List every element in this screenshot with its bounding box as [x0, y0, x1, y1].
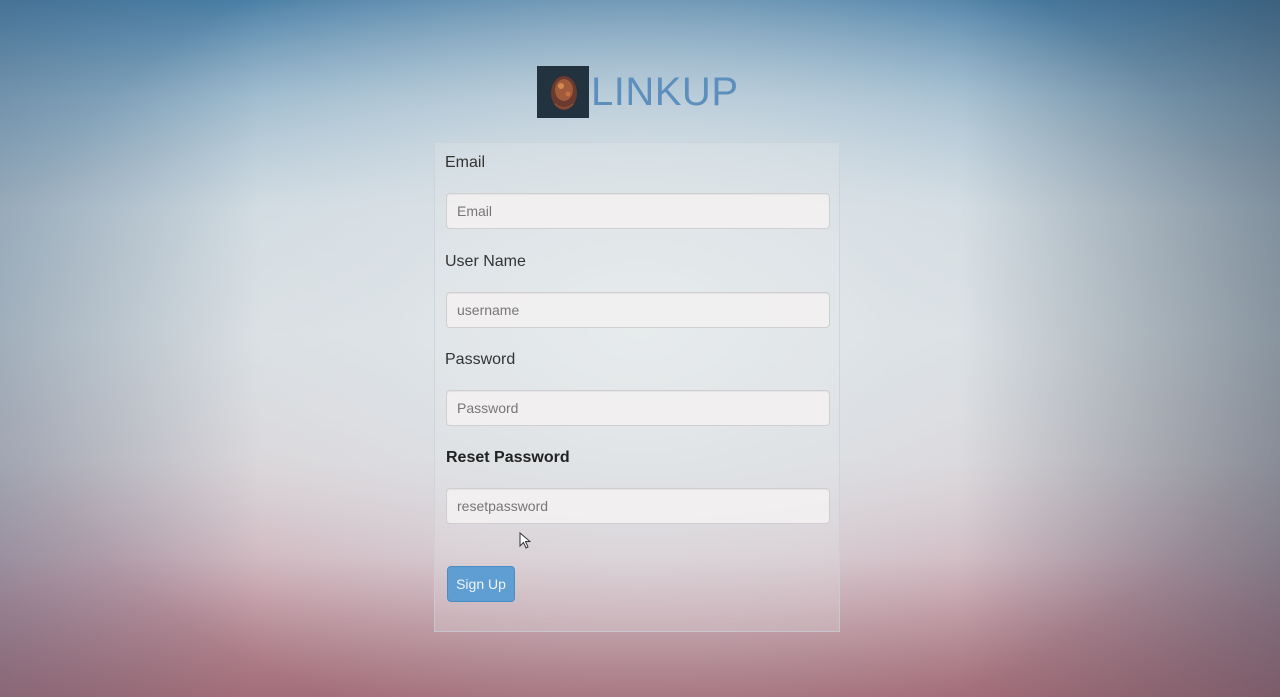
username-label: User Name — [445, 253, 526, 270]
mouse-cursor-icon — [519, 531, 532, 550]
username-input[interactable] — [446, 292, 830, 328]
reset-password-label: Reset Password — [446, 449, 570, 466]
password-label: Password — [445, 351, 516, 368]
email-input[interactable] — [446, 193, 830, 229]
password-input[interactable] — [446, 390, 830, 426]
background-vignette-right — [960, 0, 1280, 697]
linkup-logo-icon — [537, 66, 589, 118]
sign-up-button[interactable]: Sign Up — [447, 566, 515, 602]
signup-form: Email User Name Password Reset Password … — [434, 142, 840, 632]
reset-password-input[interactable] — [446, 488, 830, 524]
background-vignette-left — [0, 0, 260, 697]
brand-header: LINKUP — [537, 66, 739, 118]
brand-name: LINKUP — [591, 70, 739, 114]
email-label: Email — [445, 154, 486, 171]
